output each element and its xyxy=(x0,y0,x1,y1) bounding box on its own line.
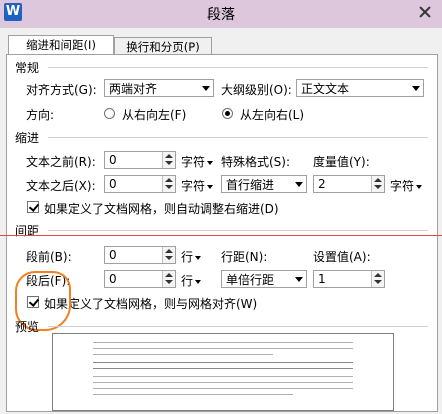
line-spacing-value: 单倍行距 xyxy=(226,273,275,287)
indent-after-spinner[interactable]: 0 xyxy=(104,175,176,193)
setting-value-value: 1 xyxy=(318,272,326,286)
arrow-down-icon xyxy=(165,256,173,260)
preview-line xyxy=(93,354,273,355)
preview-line xyxy=(93,376,353,377)
spinner-buttons[interactable] xyxy=(371,271,384,287)
space-after-value: 0 xyxy=(109,272,117,286)
measure-unit[interactable]: 字符 xyxy=(390,177,423,194)
indent-after-label: 文本之后(X): xyxy=(26,179,96,193)
preview-box xyxy=(52,333,394,411)
arrow-down-icon xyxy=(165,185,173,189)
arrow-up-icon xyxy=(165,273,173,277)
space-before-spinner[interactable]: 0 xyxy=(104,246,176,264)
special-format-label: 特殊格式(S): xyxy=(221,155,291,169)
tab-indent-spacing[interactable]: 缩进和间距(I) xyxy=(8,35,114,56)
outline-level-label: 大纲级别(O): xyxy=(221,83,292,97)
space-before-label: 段前(B): xyxy=(26,250,72,264)
auto-adjust-label: 如果定义了文档网格，则自动调整右缩进(D) xyxy=(44,202,279,216)
spinner-buttons[interactable] xyxy=(371,176,384,192)
indent-before-label: 文本之前(R): xyxy=(26,155,96,169)
annotation-red-line xyxy=(0,235,442,236)
section-general-heading: 常规 xyxy=(15,61,40,75)
dialog-title: 段落 xyxy=(207,7,235,23)
preview-line xyxy=(93,368,353,369)
arrow-up-icon xyxy=(165,154,173,158)
section-preview-heading: 预览 xyxy=(15,320,40,334)
indent-after-unit[interactable]: 字符 xyxy=(181,177,214,194)
measure-label: 度量值(Y): xyxy=(313,155,370,169)
spinner-buttons[interactable] xyxy=(162,271,175,287)
section-indent-heading: 缩进 xyxy=(15,131,40,145)
ltr-radio[interactable] xyxy=(222,108,233,119)
setting-value-spinner[interactable]: 1 xyxy=(313,270,385,288)
chevron-down-icon xyxy=(295,277,303,282)
indent-after-value: 0 xyxy=(109,177,117,191)
arrow-down-icon xyxy=(374,185,382,189)
preview-line xyxy=(93,362,353,363)
setting-value-label: 设置值(A): xyxy=(313,250,371,264)
special-format-value: 首行缩进 xyxy=(226,178,275,192)
arrow-down-icon xyxy=(165,280,173,284)
close-icon[interactable] xyxy=(412,2,438,22)
divider xyxy=(48,137,428,138)
measure-value: 2 xyxy=(318,177,326,191)
arrow-up-icon xyxy=(165,249,173,253)
outline-level-select[interactable]: 正文文本 xyxy=(296,79,424,97)
alignment-select[interactable]: 两端对齐 xyxy=(104,79,214,97)
spinner-buttons[interactable] xyxy=(162,152,175,168)
rtl-label: 从右向左(F) xyxy=(122,108,187,122)
chevron-down-icon xyxy=(202,86,210,91)
preview-line xyxy=(93,388,353,389)
spinner-buttons[interactable] xyxy=(162,176,175,192)
snap-to-grid-label: 如果定义了文档网格，则与网格对齐(W) xyxy=(44,297,258,311)
arrow-down-icon xyxy=(165,161,173,165)
section-spacing-heading: 间距 xyxy=(15,224,40,238)
ltr-label: 从左向右(L) xyxy=(240,108,305,122)
auto-adjust-checkbox[interactable] xyxy=(27,201,39,213)
preview-line xyxy=(93,394,293,395)
spinner-buttons[interactable] xyxy=(162,247,175,263)
alignment-value: 两端对齐 xyxy=(109,82,158,96)
alignment-label: 对齐方式(G): xyxy=(26,83,97,97)
divider xyxy=(48,67,428,68)
measure-spinner[interactable]: 2 xyxy=(313,175,385,193)
outline-level-value: 正文文本 xyxy=(301,82,350,96)
indent-before-unit[interactable]: 字符 xyxy=(181,153,214,170)
arrow-up-icon xyxy=(165,178,173,182)
divider xyxy=(48,230,428,231)
indent-before-spinner[interactable]: 0 xyxy=(104,151,176,169)
chevron-down-icon xyxy=(412,86,420,91)
line-spacing-select[interactable]: 单倍行距 xyxy=(221,270,307,288)
space-after-unit[interactable]: 行 xyxy=(181,272,202,289)
preview-line xyxy=(93,348,353,349)
space-before-unit[interactable]: 行 xyxy=(181,248,202,265)
rtl-radio[interactable] xyxy=(104,108,115,119)
divider xyxy=(48,326,428,327)
arrow-up-icon xyxy=(374,178,382,182)
special-format-select[interactable]: 首行缩进 xyxy=(221,175,307,193)
preview-line xyxy=(93,342,353,343)
arrow-down-icon xyxy=(374,280,382,284)
chevron-down-icon xyxy=(295,182,303,187)
space-after-spinner[interactable]: 0 xyxy=(104,270,176,288)
space-before-value: 0 xyxy=(109,248,117,262)
direction-label: 方向: xyxy=(26,108,55,122)
arrow-up-icon xyxy=(374,273,382,277)
preview-line xyxy=(93,382,353,383)
line-spacing-label: 行距(N): xyxy=(221,250,268,264)
indent-before-value: 0 xyxy=(109,153,117,167)
